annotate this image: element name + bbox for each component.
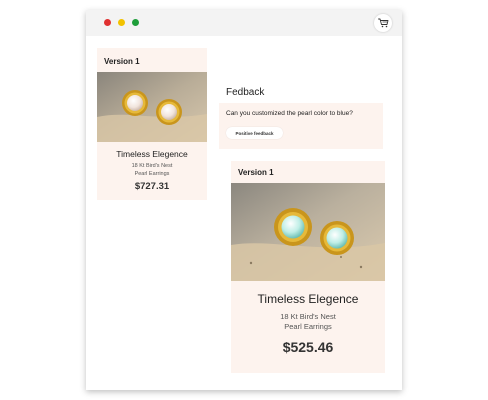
cart-button[interactable]	[374, 14, 392, 32]
product-subtitle: 18 Kt Bird's Nest Pearl Earrings	[231, 312, 385, 332]
maximize-dot[interactable]	[132, 19, 139, 26]
app-window: Version 1 Timeless Elegence 18 Kt Bird's…	[86, 10, 402, 390]
title-bar	[86, 10, 402, 36]
feedback-question: Can you customized the pearl color to bl…	[226, 110, 353, 117]
subtitle-line-1: 18 Kt Bird's Nest	[131, 163, 173, 169]
product-title: Timeless Elegence	[257, 292, 359, 306]
close-dot[interactable]	[104, 19, 111, 26]
product-price: $525.46	[282, 339, 334, 355]
feedback-panel: Can you customized the pearl color to bl…	[219, 103, 383, 149]
product-title: Timeless Elegence	[116, 149, 188, 159]
pearl-earrings-photo	[97, 72, 207, 142]
minimize-dot[interactable]	[118, 19, 125, 26]
subtitle-line-2: Pearl Earrings	[134, 171, 170, 177]
version-label: Version 1	[238, 168, 274, 177]
feedback-heading: Fedback	[226, 87, 265, 98]
subtitle-line-2: Pearl Earrings	[284, 322, 332, 331]
positive-feedback-button[interactable]: Positive feedback	[226, 127, 283, 139]
subtitle-line-1: 18 Kt Bird's Nest	[280, 312, 336, 321]
shopping-cart-icon	[377, 18, 388, 28]
product-price: $727.31	[134, 181, 170, 192]
product-card-version-1-small[interactable]: Version 1 Timeless Elegence 18 Kt Bird's…	[97, 48, 207, 200]
product-subtitle: 18 Kt Bird's Nest Pearl Earrings	[97, 162, 207, 178]
blue-pearl-earrings-photo	[231, 183, 385, 281]
version-label: Version 1	[104, 57, 140, 66]
product-card-version-1-large[interactable]: Version 1 Timeless Elegence 18 Kt Bird's…	[231, 161, 385, 373]
